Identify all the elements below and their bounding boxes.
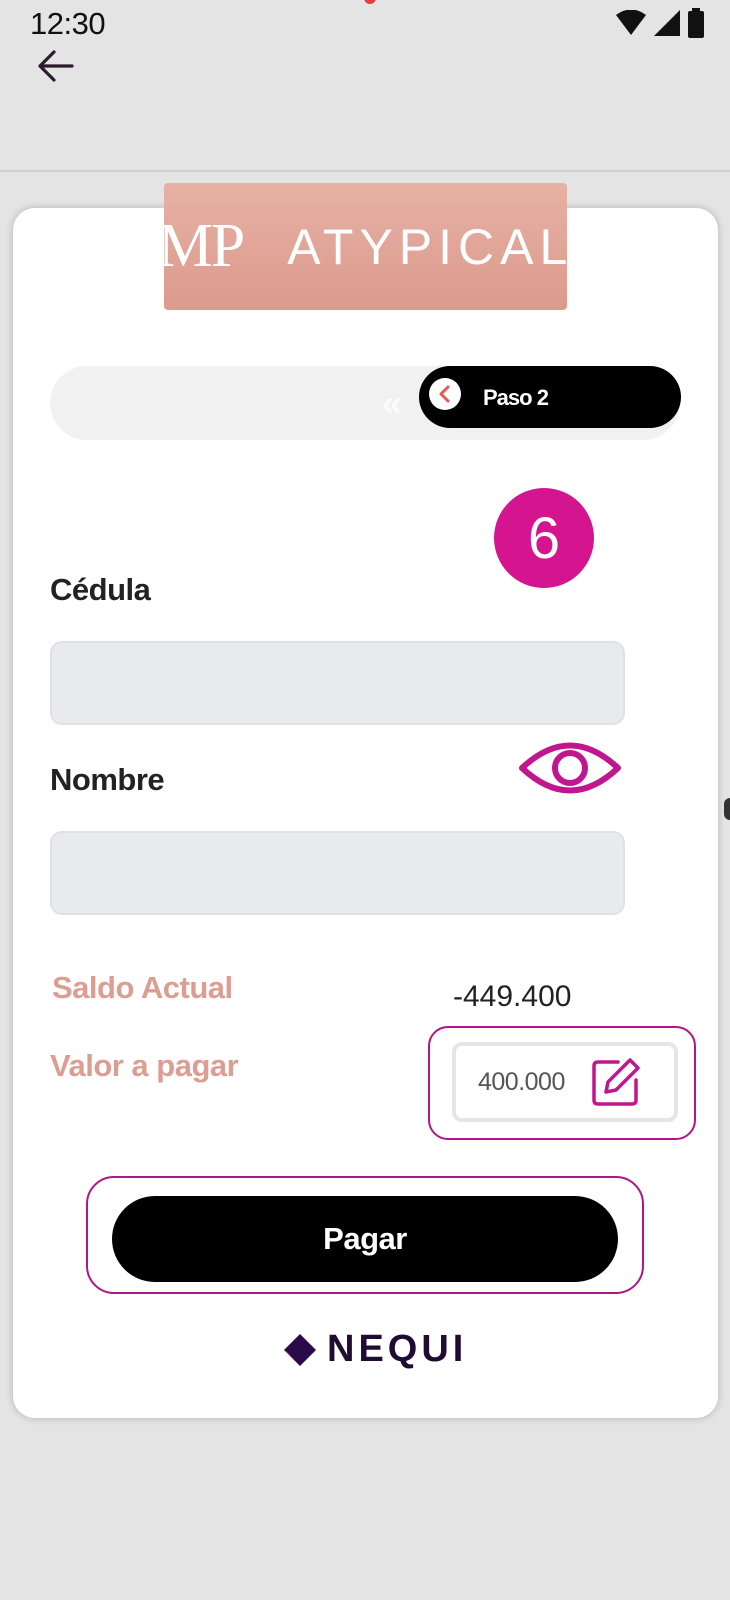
double-chevron-left-icon: «: [382, 382, 402, 423]
signal-icon: [654, 10, 680, 36]
notification-dot: [364, 0, 376, 4]
nombre-input[interactable]: [50, 831, 625, 915]
stepper-label: Paso 2: [483, 385, 549, 410]
stepper-back-button[interactable]: [429, 378, 461, 410]
valor-a-pagar-label: Valor a pagar: [50, 1048, 239, 1083]
edit-icon[interactable]: [590, 1056, 642, 1108]
edge-handle: [724, 798, 730, 820]
battery-icon: [688, 8, 704, 38]
status-time: 12:30: [30, 6, 106, 41]
chevron-left-icon: [439, 385, 450, 403]
nequi-diamond-icon: [284, 1333, 316, 1366]
cedula-label: Cédula: [50, 572, 151, 607]
saldo-actual-value: -449.400: [453, 980, 572, 1013]
back-arrow-icon[interactable]: [36, 46, 76, 86]
step-number-badge: 6: [494, 488, 594, 588]
pay-button[interactable]: Pagar: [112, 1196, 618, 1282]
nequi-logo: NEQUI: [283, 1328, 467, 1371]
eye-icon[interactable]: [518, 733, 622, 803]
wifi-icon: [616, 10, 646, 35]
status-icons: [616, 8, 704, 38]
logo-mp: MP: [157, 212, 246, 280]
nequi-text: NEQUI: [327, 1328, 468, 1370]
valor-a-pagar-value: 400.000: [478, 1068, 565, 1096]
logo-brand: ATYPICAL: [287, 218, 574, 275]
brand-logo: MP ATYPICAL: [158, 183, 567, 310]
saldo-actual-label: Saldo Actual: [52, 970, 233, 1005]
cedula-input[interactable]: [50, 641, 625, 725]
header-divider: [0, 170, 730, 172]
nombre-label: Nombre: [50, 762, 165, 797]
